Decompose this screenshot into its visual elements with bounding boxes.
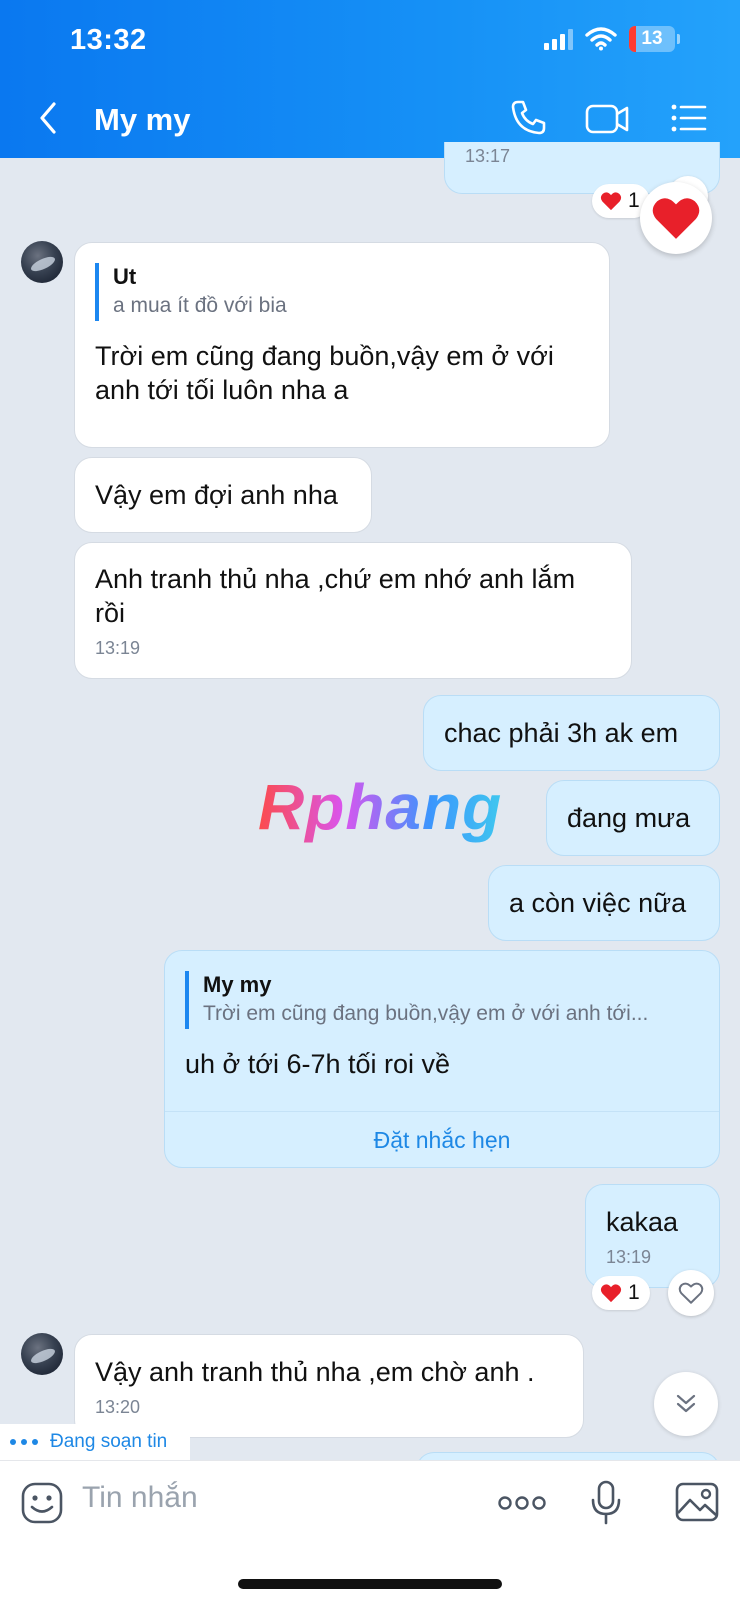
message-text: uh ở tới 6-7h tối roi về <box>185 1049 451 1079</box>
back-arrow-icon[interactable] <box>34 100 64 136</box>
heart-icon <box>600 192 622 211</box>
menu-list-icon[interactable] <box>670 98 708 138</box>
message-text: a còn việc nữa <box>509 888 687 918</box>
image-gallery-icon[interactable] <box>674 1481 720 1523</box>
message-text: Vậy anh tranh thủ nha ,em chờ anh . <box>95 1357 535 1387</box>
message-text: chac phải 3h ak em <box>444 718 679 748</box>
heart-reaction-button[interactable] <box>640 182 712 254</box>
quote-author: Ut <box>113 264 137 289</box>
microphone-icon[interactable] <box>588 1479 624 1527</box>
quoted-message[interactable]: Ut a mua ít đồ với bia <box>95 263 589 321</box>
message-text: Trời em cũng đang buồn,vậy em ở với anh … <box>95 341 554 405</box>
typing-dots-icon <box>10 1439 38 1445</box>
quote-text: a mua ít đồ với bia <box>113 294 287 317</box>
message-bubble-incoming[interactable]: Anh tranh thủ nha ,chứ em nhớ anh lắm rồ… <box>74 542 632 679</box>
home-indicator <box>238 1579 502 1589</box>
message-input[interactable]: Tin nhắn <box>82 1481 198 1515</box>
message-bubble-incoming[interactable]: Vậy em đợi anh nha <box>74 457 372 533</box>
composer-bar: Tin nhắn <box>0 1460 740 1600</box>
message-bubble-incoming[interactable]: Ut a mua ít đồ với bia Trời em cũng đang… <box>74 242 610 448</box>
battery-icon: 13 <box>629 26 675 52</box>
more-options-icon[interactable] <box>498 1495 546 1511</box>
sticker-emoji-icon[interactable] <box>20 1481 64 1525</box>
message-bubble-incoming[interactable]: Vậy anh tranh thủ nha ,em chờ anh . 13:2… <box>74 1334 584 1438</box>
video-call-icon[interactable] <box>584 98 630 138</box>
chat-title[interactable]: My my <box>94 102 190 138</box>
set-reminder-button[interactable]: Đặt nhắc hẹn <box>165 1111 719 1167</box>
status-icons: 13 <box>543 26 680 52</box>
quoted-message[interactable]: My my Trời em cũng đang buồn,vậy em ở vớ… <box>185 971 699 1029</box>
contact-avatar[interactable] <box>21 1333 63 1375</box>
message-bubble-outgoing[interactable]: a còn việc nữa <box>488 865 720 941</box>
scroll-to-bottom-button[interactable] <box>654 1372 718 1436</box>
battery-tip <box>677 34 680 44</box>
typing-indicator: Đang soạn tin <box>0 1424 190 1460</box>
signal-icon <box>544 29 573 50</box>
message-time: 13:17 <box>465 146 511 166</box>
message-text: Anh tranh thủ nha ,chứ em nhớ anh lắm rồ… <box>95 564 576 628</box>
contact-avatar[interactable] <box>21 241 63 283</box>
message-text: đang mưa <box>567 803 691 833</box>
like-button[interactable] <box>668 1270 714 1316</box>
reaction-count: 1 <box>628 1281 640 1304</box>
chevron-double-down-icon <box>676 1394 696 1413</box>
heart-icon <box>652 198 700 239</box>
reaction-badge[interactable]: 1 <box>592 1276 650 1310</box>
message-bubble-outgoing[interactable]: đang mưa <box>546 780 720 856</box>
message-text: kakaa <box>606 1207 679 1237</box>
message-text: Vậy em đợi anh nha <box>95 480 338 510</box>
heart-icon <box>600 1284 622 1303</box>
status-time: 13:32 <box>70 24 147 56</box>
quote-author: My my <box>203 972 272 997</box>
quote-text: Trời em cũng đang buồn,vậy em ở với anh … <box>203 1002 649 1025</box>
message-bubble-outgoing[interactable]: chac phải 3h ak em <box>423 695 720 771</box>
typing-text: Đang soạn tin <box>50 1431 168 1452</box>
chat-header: 13:32 13 My my <box>0 0 740 158</box>
phone-call-icon[interactable] <box>508 98 548 138</box>
watermark-logo: Rphang <box>258 771 503 843</box>
reaction-count: 1 <box>628 189 640 212</box>
message-bubble-outgoing[interactable]: My my Trời em cũng đang buồn,vậy em ở vớ… <box>164 950 720 1168</box>
message-time: 13:19 <box>606 1247 652 1267</box>
message-time: 13:19 <box>95 638 141 658</box>
wifi-icon <box>585 27 617 51</box>
heart-outline-icon <box>678 1282 704 1304</box>
message-time: 13:20 <box>95 1397 141 1417</box>
